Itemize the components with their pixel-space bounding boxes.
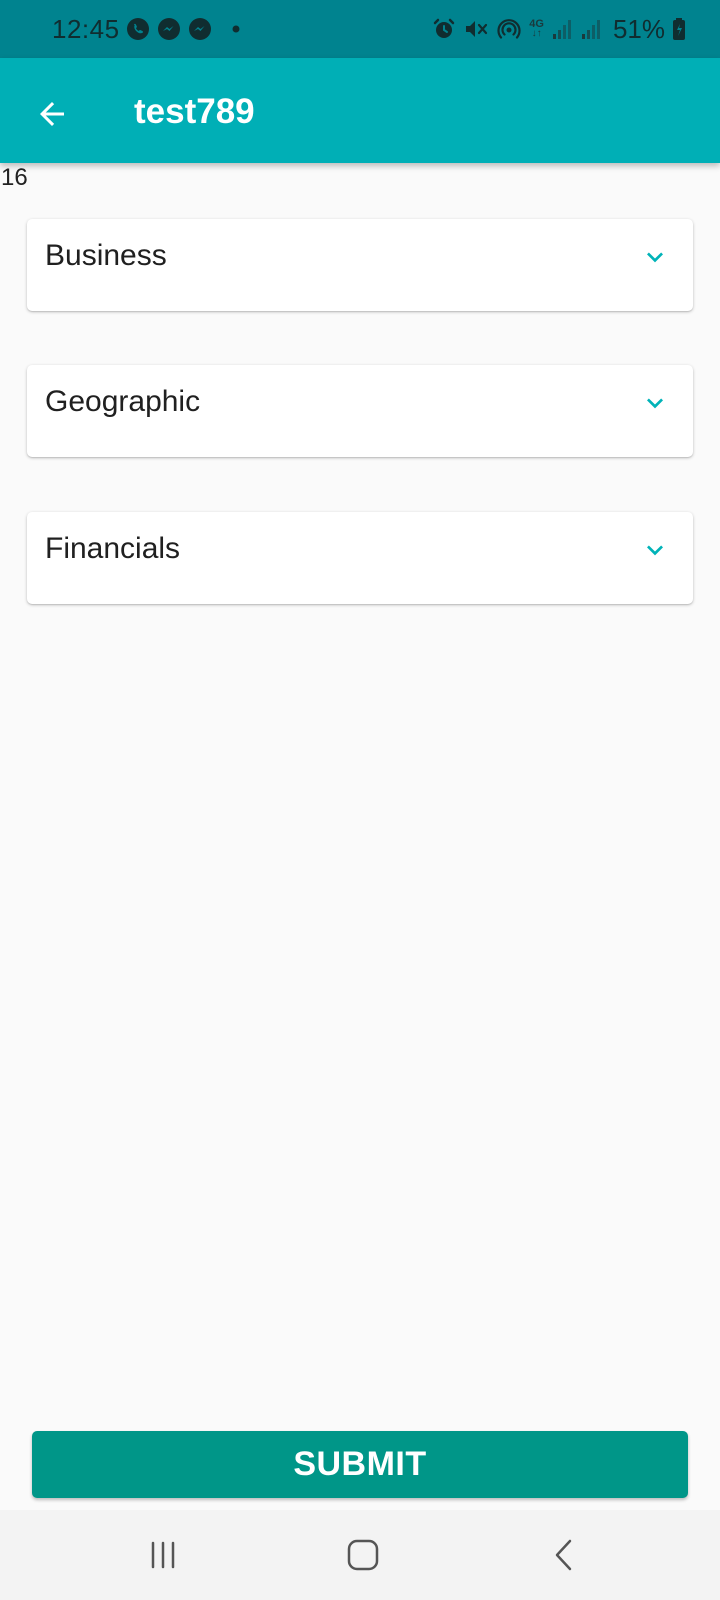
section-financials[interactable]: Financials: [27, 512, 693, 604]
signal-icon: [552, 20, 571, 39]
back-button[interactable]: [24, 86, 80, 142]
more-notifications-dot: [232, 25, 240, 33]
status-time: 12:45: [52, 14, 120, 44]
counter-text: 16: [1, 164, 28, 191]
system-nav-bar: [0, 1510, 720, 1600]
section-label: Geographic: [45, 385, 201, 418]
home-icon: [347, 1539, 379, 1571]
submit-button[interactable]: SUBMIT: [32, 1431, 688, 1498]
arrow-back-icon: [40, 102, 64, 126]
section-label: Financials: [45, 532, 181, 565]
back-icon: [555, 1539, 572, 1571]
status-bar: 12:45 4G ↓↑ 51%: [0, 0, 720, 58]
notification-icons: [126, 17, 245, 41]
chevron-down-icon[interactable]: [639, 534, 671, 566]
app-bar: test789: [0, 58, 720, 163]
alarm-icon: [434, 18, 455, 38]
section-label: Business: [45, 239, 167, 272]
nav-back-button[interactable]: [535, 1530, 595, 1580]
system-status-icons: 4G ↓↑ 51%: [432, 14, 686, 44]
section-business[interactable]: Business: [27, 219, 693, 311]
hotspot-icon: [497, 19, 521, 39]
page-title: test789: [134, 92, 255, 131]
network-4g-icon: 4G ↓↑: [529, 18, 544, 39]
messenger-icon: [158, 18, 180, 40]
signal-icon: [581, 20, 600, 39]
section-geographic[interactable]: Geographic: [27, 365, 693, 457]
messenger-icon: [189, 18, 211, 40]
chevron-down-icon[interactable]: [639, 241, 671, 273]
mute-icon: [466, 21, 488, 37]
recents-button[interactable]: [133, 1530, 193, 1580]
recents-icon: [151, 1541, 175, 1569]
home-button[interactable]: [333, 1530, 393, 1580]
chevron-down-icon[interactable]: [639, 387, 671, 419]
battery-icon: [673, 18, 685, 40]
whatsapp-icon: [127, 18, 149, 40]
battery-percent: 51%: [612, 13, 665, 44]
